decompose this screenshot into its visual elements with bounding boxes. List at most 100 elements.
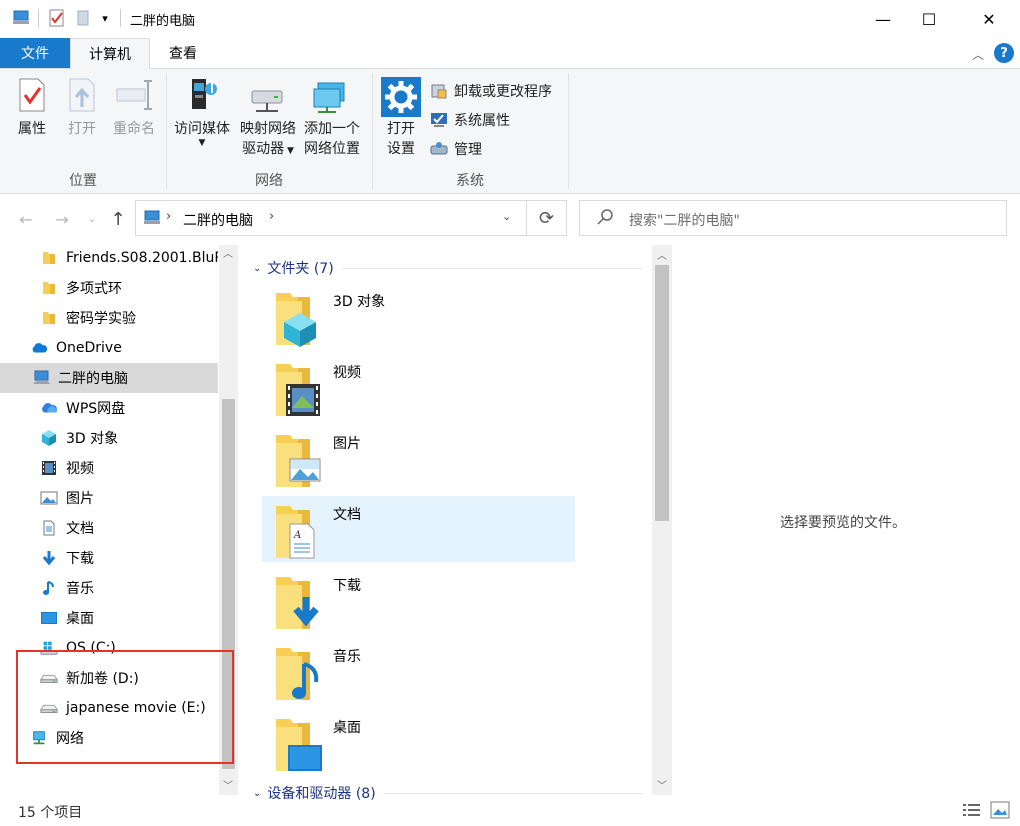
folder-item-label: 视频 <box>333 365 361 381</box>
status-item-count: 15 个项目 <box>18 805 83 821</box>
up-button[interactable]: ↑ <box>106 207 130 231</box>
recent-locations-button[interactable]: ⌄ <box>84 207 100 231</box>
breadcrumb[interactable]: 二胖的电脑 <box>183 210 253 230</box>
refresh-icon: ⟳ <box>538 207 555 229</box>
folder-item[interactable]: 桌面 <box>262 709 575 775</box>
chevron-down-icon: ⌄ <box>253 787 262 799</box>
nav-item-label: 二胖的电脑 <box>58 371 128 387</box>
close-button[interactable]: ✕ <box>966 0 1012 38</box>
address-bar[interactable]: › 二胖的电脑 › ⌄ <box>135 200 527 236</box>
back-button[interactable]: ← <box>14 207 38 231</box>
folder-icon <box>40 249 58 267</box>
group-system-label: 系统 <box>456 173 484 189</box>
nav-item[interactable]: OneDrive <box>0 333 218 363</box>
properties-quick-icon[interactable] <box>46 8 68 28</box>
cube-icon <box>40 429 58 447</box>
computer-icon <box>10 8 32 28</box>
search-input[interactable]: 搜索"二胖的电脑" <box>579 200 1007 236</box>
properties-button[interactable]: 属性 <box>10 77 54 139</box>
access-media-button[interactable]: 访问媒体 ▼ <box>170 77 234 148</box>
minimize-button[interactable]: — <box>860 0 906 38</box>
address-dropdown-icon[interactable]: ⌄ <box>502 210 511 223</box>
picture-icon <box>40 489 58 507</box>
nav-item[interactable]: 音乐 <box>0 573 218 603</box>
scroll-down-icon[interactable]: ﹀ <box>223 777 233 792</box>
window-title: 二胖的电脑 <box>130 14 196 29</box>
nav-item-this-pc[interactable]: 二胖的电脑 <box>0 363 218 393</box>
add-network-location-button[interactable]: 添加一个 网络位置 <box>300 77 364 159</box>
nav-item[interactable]: 3D 对象 <box>0 423 218 453</box>
folder-item[interactable]: 3D 对象 <box>262 283 575 349</box>
scroll-down-icon[interactable]: ﹀ <box>657 777 667 792</box>
nav-item-label: 图片 <box>66 491 94 507</box>
system-properties-button[interactable]: 系统属性 <box>430 110 510 130</box>
folders-group-header[interactable]: ⌄ 文件夹 (7) <box>253 258 643 278</box>
nav-item[interactable]: 下载 <box>0 543 218 573</box>
open-icon <box>69 78 95 112</box>
nav-item[interactable]: 文档 <box>0 513 218 543</box>
cube-icon <box>272 287 328 351</box>
open-button[interactable]: 打开 <box>60 77 104 139</box>
group-network-label: 网络 <box>255 173 283 189</box>
folder-item-label: 下载 <box>333 578 361 594</box>
nav-item[interactable]: 图片 <box>0 483 218 513</box>
map-network-drive-button[interactable]: 映射网络 驱动器 ▼ <box>236 77 300 161</box>
nav-item-label: 文档 <box>66 521 94 537</box>
tab-view[interactable]: 查看 <box>150 38 216 68</box>
folder-item[interactable]: A 文档 <box>262 496 575 562</box>
drives-group-header[interactable]: ⌄ 设备和驱动器 (8) <box>253 783 643 803</box>
desktop-icon <box>40 609 58 627</box>
new-folder-quick-icon[interactable] <box>72 8 94 28</box>
breadcrumb-separator-icon: › <box>166 209 172 224</box>
nav-item[interactable]: 桌面 <box>0 603 218 633</box>
folder-item[interactable]: 音乐 <box>262 638 575 704</box>
nav-item[interactable]: 视频 <box>0 453 218 483</box>
scroll-up-icon[interactable]: ︿ <box>657 247 667 262</box>
onedrive-icon <box>30 339 48 357</box>
nav-item[interactable]: 多项式环 <box>0 273 218 303</box>
customize-quick-access-icon[interactable]: ▾ <box>98 8 112 28</box>
collapse-ribbon-icon[interactable]: ︿ <box>972 46 984 63</box>
nav-item-label: 密码学实验 <box>66 311 136 327</box>
folder-item-label: 图片 <box>333 436 361 452</box>
tab-computer[interactable]: 计算机 <box>70 38 150 69</box>
nav-item[interactable]: 密码学实验 <box>0 303 218 333</box>
scroll-up-icon[interactable]: ︿ <box>223 245 233 260</box>
chevron-down-icon: ▼ <box>284 146 294 156</box>
breadcrumb-chevron-icon[interactable]: › <box>269 209 274 224</box>
uninstall-icon <box>431 84 447 99</box>
nav-item[interactable]: Friends.S08.2001.BluRay <box>0 245 218 273</box>
svg-text:A: A <box>293 530 301 541</box>
nav-item[interactable]: WPS网盘 <box>0 393 218 423</box>
content-scrollbar[interactable]: ︿ ﹀ <box>652 245 672 795</box>
cloud-icon <box>40 399 58 417</box>
tab-file[interactable]: 文件 <box>0 38 70 68</box>
large-icons-view-icon[interactable] <box>990 801 1010 823</box>
folder-item[interactable]: 下载 <box>262 567 575 633</box>
video-icon <box>272 358 328 422</box>
group-location-label: 位置 <box>69 173 97 189</box>
maximize-button[interactable]: ☐ <box>906 0 952 38</box>
refresh-button[interactable]: ⟳ <box>527 200 567 236</box>
details-view-icon[interactable] <box>962 802 982 822</box>
content-scroll-thumb[interactable] <box>655 265 669 521</box>
chevron-down-icon: ⌄ <box>253 262 262 274</box>
uninstall-program-button[interactable]: 卸载或更改程序 <box>430 81 552 101</box>
nav-item-label: OneDrive <box>56 340 122 356</box>
nav-item-label: 桌面 <box>66 611 94 627</box>
drives-highlight-box <box>16 650 234 764</box>
folder-item[interactable]: 图片 <box>262 425 575 491</box>
download-icon <box>40 549 58 567</box>
nav-item-label: 下载 <box>66 551 94 567</box>
computer-icon <box>32 369 50 387</box>
open-settings-button[interactable]: 打开 设置 <box>378 77 424 159</box>
computer-icon <box>143 210 161 230</box>
manage-button[interactable]: 管理 <box>430 139 482 159</box>
ribbon: 属性 打开 重命名 位置 访问媒体 ▼ 映射网络 驱动器 ▼ 添加一个 网络位置… <box>0 69 1020 194</box>
forward-button[interactable]: → <box>50 207 74 231</box>
folder-item[interactable]: 视频 <box>262 354 575 420</box>
help-icon[interactable]: ? <box>994 43 1014 63</box>
rename-icon <box>116 80 152 110</box>
rename-button[interactable]: 重命名 <box>106 77 162 139</box>
folder-icon <box>40 309 58 327</box>
